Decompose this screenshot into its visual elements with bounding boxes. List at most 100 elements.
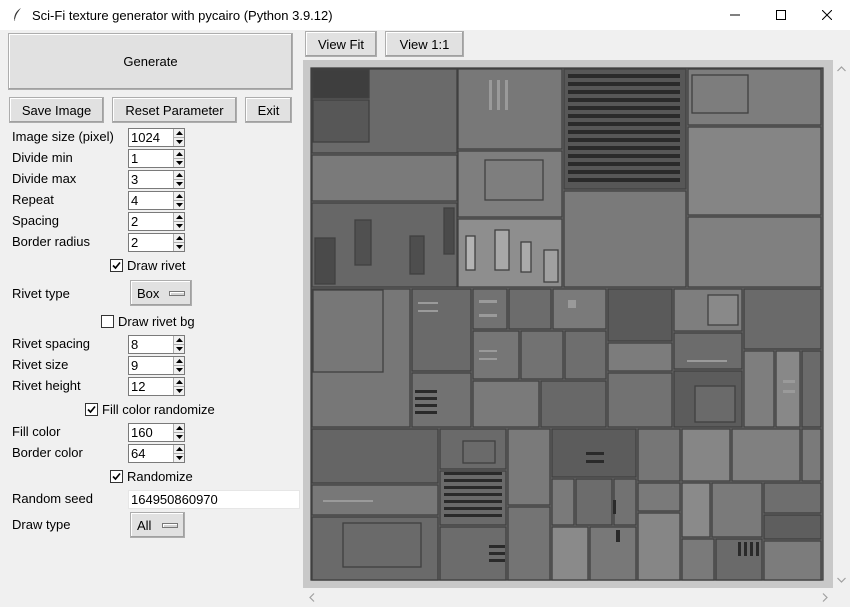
- checkbox-box[interactable]: [110, 470, 123, 483]
- draw-rivet-bg-label: Draw rivet bg: [118, 314, 195, 329]
- fill-color-spinbox[interactable]: 160: [128, 423, 185, 442]
- maximize-button[interactable]: [758, 0, 804, 30]
- draw-rivet-label: Draw rivet: [127, 258, 186, 273]
- scroll-right-icon[interactable]: [816, 589, 833, 606]
- divide-max-label: Divide max: [12, 171, 77, 186]
- minimize-button[interactable]: [712, 0, 758, 30]
- image-size-spinbox[interactable]: 1024: [128, 128, 185, 147]
- spin-up-icon[interactable]: [174, 129, 184, 137]
- random-seed-label: Random seed: [12, 491, 93, 506]
- draw-type-value: All: [137, 517, 152, 533]
- border-radius-value[interactable]: 2: [129, 234, 173, 251]
- spin-up-icon[interactable]: [174, 171, 184, 179]
- draw-rivet-checkbox[interactable]: Draw rivet: [110, 258, 186, 273]
- spin-down-icon[interactable]: [174, 200, 184, 209]
- spin-down-icon[interactable]: [174, 137, 184, 146]
- rivet-size-spinbox[interactable]: 9: [128, 356, 185, 375]
- spin-down-icon[interactable]: [174, 221, 184, 230]
- spin-down-icon[interactable]: [174, 344, 184, 353]
- scroll-down-icon[interactable]: [833, 571, 850, 588]
- fill-color-value[interactable]: 160: [129, 424, 173, 441]
- close-button[interactable]: [804, 0, 850, 30]
- repeat-label: Repeat: [12, 192, 54, 207]
- maximize-icon: [776, 10, 786, 20]
- checkmark-icon: [112, 472, 121, 481]
- border-color-value[interactable]: 64: [129, 445, 173, 462]
- spin-up-icon[interactable]: [174, 445, 184, 453]
- rivet-spacing-label: Rivet spacing: [12, 336, 91, 351]
- window-title: Sci-Fi texture generator with pycairo (P…: [32, 7, 333, 23]
- spin-up-icon[interactable]: [174, 357, 184, 365]
- random-seed-input[interactable]: 164950860970: [128, 490, 300, 509]
- generated-texture: [310, 67, 824, 581]
- reset-parameter-button[interactable]: Reset Parameter: [112, 97, 237, 123]
- spin-up-icon[interactable]: [174, 234, 184, 242]
- spin-down-icon[interactable]: [174, 432, 184, 441]
- generate-button[interactable]: Generate: [8, 33, 293, 90]
- draw-rivet-bg-checkbox[interactable]: Draw rivet bg: [101, 314, 195, 329]
- checkbox-box[interactable]: [101, 315, 114, 328]
- fill-color-randomize-label: Fill color randomize: [102, 402, 215, 417]
- scroll-left-icon[interactable]: [303, 589, 320, 606]
- view-fit-button[interactable]: View Fit: [305, 31, 377, 57]
- close-icon: [822, 10, 832, 20]
- image-size-label: Image size (pixel): [12, 129, 114, 144]
- divide-min-value[interactable]: 1: [129, 150, 173, 167]
- image-canvas[interactable]: [303, 60, 833, 588]
- draw-type-dropdown[interactable]: All: [130, 512, 185, 538]
- draw-type-label: Draw type: [12, 517, 71, 532]
- spacing-value[interactable]: 2: [129, 213, 173, 230]
- rivet-spacing-spinbox[interactable]: 8: [128, 335, 185, 354]
- fill-color-randomize-checkbox[interactable]: Fill color randomize: [85, 402, 215, 417]
- border-color-spinbox[interactable]: 64: [128, 444, 185, 463]
- rivet-height-value[interactable]: 12: [129, 378, 173, 395]
- spin-up-icon[interactable]: [174, 213, 184, 221]
- rivet-type-label: Rivet type: [12, 286, 70, 301]
- horizontal-scrollbar[interactable]: [303, 589, 833, 606]
- rivet-height-spinbox[interactable]: 12: [128, 377, 185, 396]
- border-color-label: Border color: [12, 445, 83, 460]
- repeat-value[interactable]: 4: [129, 192, 173, 209]
- title-bar: Sci-Fi texture generator with pycairo (P…: [0, 0, 850, 30]
- scroll-up-icon[interactable]: [833, 60, 850, 77]
- spin-up-icon[interactable]: [174, 378, 184, 386]
- divide-min-spinbox[interactable]: 1: [128, 149, 185, 168]
- image-size-value[interactable]: 1024: [129, 129, 173, 146]
- save-image-button[interactable]: Save Image: [9, 97, 104, 123]
- view-1-1-button[interactable]: View 1:1: [385, 31, 464, 57]
- spin-up-icon[interactable]: [174, 336, 184, 344]
- exit-button[interactable]: Exit: [245, 97, 292, 123]
- feather-icon: [13, 8, 21, 22]
- checkbox-box[interactable]: [85, 403, 98, 416]
- spin-up-icon[interactable]: [174, 424, 184, 432]
- vertical-scrollbar[interactable]: [833, 60, 850, 588]
- minimize-icon: [730, 14, 740, 16]
- spin-up-icon[interactable]: [174, 150, 184, 158]
- rivet-height-label: Rivet height: [12, 378, 81, 393]
- rivet-spacing-value[interactable]: 8: [129, 336, 173, 353]
- spin-down-icon[interactable]: [174, 242, 184, 251]
- rivet-size-label: Rivet size: [12, 357, 69, 372]
- repeat-spinbox[interactable]: 4: [128, 191, 185, 210]
- border-radius-label: Border radius: [12, 234, 91, 249]
- spacing-spinbox[interactable]: 2: [128, 212, 185, 231]
- spin-down-icon[interactable]: [174, 386, 184, 395]
- rivet-size-value[interactable]: 9: [129, 357, 173, 374]
- spin-down-icon[interactable]: [174, 453, 184, 462]
- divide-max-spinbox[interactable]: 3: [128, 170, 185, 189]
- spin-down-icon[interactable]: [174, 158, 184, 167]
- spacing-label: Spacing: [12, 213, 59, 228]
- divide-max-value[interactable]: 3: [129, 171, 173, 188]
- checkbox-box[interactable]: [110, 259, 123, 272]
- randomize-checkbox[interactable]: Randomize: [110, 469, 193, 484]
- border-radius-spinbox[interactable]: 2: [128, 233, 185, 252]
- spin-down-icon[interactable]: [174, 365, 184, 374]
- randomize-label: Randomize: [127, 469, 193, 484]
- rivet-type-value: Box: [137, 285, 160, 301]
- rivet-type-dropdown[interactable]: Box: [130, 280, 192, 306]
- spin-up-icon[interactable]: [174, 192, 184, 200]
- dropdown-indicator-icon: [169, 291, 185, 296]
- checkmark-icon: [87, 405, 96, 414]
- spin-down-icon[interactable]: [174, 179, 184, 188]
- dropdown-indicator-icon: [162, 523, 178, 528]
